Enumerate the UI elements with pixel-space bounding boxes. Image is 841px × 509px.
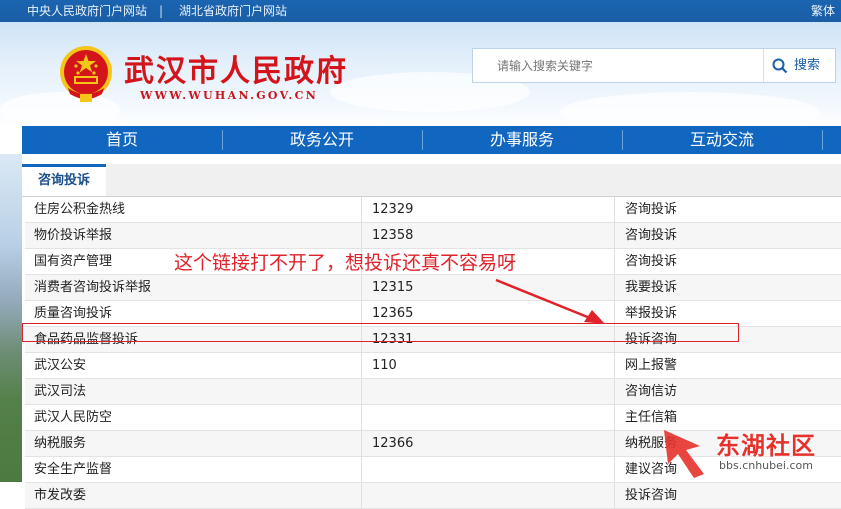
cell-divider [361, 353, 362, 378]
row-action-link[interactable]: 咨询投诉 [625, 249, 677, 274]
table-row: 物价投诉举报 12358 咨询投诉 [25, 223, 841, 249]
cell-divider [614, 353, 615, 378]
top-bar: 中央人民政府门户网站 | 湖北省政府门户网站 繁体 [0, 0, 841, 22]
header-cloud [560, 92, 820, 126]
search-icon [772, 58, 788, 73]
cell-divider [614, 483, 615, 508]
watermark-url: bbs.cnhubei.com [719, 459, 813, 472]
cell-divider [361, 379, 362, 404]
row-phone: 12315 [372, 280, 414, 295]
row-action-link[interactable]: 网上报警 [625, 353, 677, 378]
national-emblem-icon[interactable] [54, 42, 118, 106]
cell-divider [614, 405, 615, 430]
background-scenery [0, 154, 22, 482]
row-phone: 12358 [372, 228, 414, 243]
annotation-arrow-icon [495, 278, 605, 324]
cell-divider [614, 379, 615, 404]
main-navigation: 首页 政务公开 办事服务 互动交流 [22, 126, 841, 154]
nav-item-services[interactable]: 办事服务 [422, 126, 622, 154]
traditional-chinese-toggle[interactable]: 繁体 [811, 0, 835, 22]
row-name: 消费者咨询投诉举报 [34, 280, 152, 295]
annotation-text: 这个链接打不开了，想投诉还真不容易呀 [174, 252, 517, 274]
cell-divider [614, 275, 615, 300]
row-name: 安全生产监督 [34, 462, 113, 477]
cell-divider [361, 223, 362, 248]
row-phone: 12329 [372, 202, 414, 217]
tab-consult-complaint[interactable]: 咨询投诉 [22, 164, 106, 196]
link-central-government[interactable]: 中央人民政府门户网站 [27, 0, 147, 22]
row-name: 武汉司法 [34, 384, 87, 399]
topbar-separator: | [159, 4, 164, 18]
search-input[interactable] [473, 49, 769, 82]
nav-divider [822, 130, 823, 150]
row-action-link[interactable]: 投诉咨询 [625, 483, 677, 508]
row-action-link[interactable]: 咨询信访 [625, 379, 677, 404]
cell-divider [614, 197, 615, 222]
row-name: 纳税服务 [34, 436, 87, 451]
highlight-box [22, 323, 739, 342]
search-box: 搜索 [472, 48, 836, 83]
row-name: 住房公积金热线 [34, 202, 126, 217]
cell-divider [614, 223, 615, 248]
table-row: 市发改委 投诉咨询 [25, 483, 841, 509]
nav-item-government-affairs[interactable]: 政务公开 [222, 126, 422, 154]
cell-divider [361, 275, 362, 300]
row-name: 市发改委 [34, 488, 87, 503]
nav-item-home[interactable]: 首页 [22, 126, 222, 154]
tab-bar: 咨询投诉 [22, 164, 841, 197]
table-row: 住房公积金热线 12329 咨询投诉 [25, 197, 841, 223]
row-action-link[interactable]: 咨询投诉 [625, 197, 677, 222]
row-action-link[interactable]: 咨询投诉 [625, 223, 677, 248]
nav-item-interaction[interactable]: 互动交流 [622, 126, 822, 154]
cell-divider [614, 249, 615, 274]
cell-divider [361, 431, 362, 456]
row-name: 国有资产管理 [34, 254, 113, 269]
site-url: WWW.WUHAN.GOV.CN [140, 89, 319, 102]
link-hubei-government[interactable]: 湖北省政府门户网站 [179, 0, 287, 22]
site-title[interactable]: 武汉市人民政府 [124, 46, 348, 90]
table-row: 武汉公安 110 网上报警 [25, 353, 841, 379]
row-action-link[interactable]: 我要投诉 [625, 275, 677, 300]
row-name: 武汉公安 [34, 358, 87, 373]
cell-divider [361, 405, 362, 430]
row-phone: 110 [372, 358, 397, 373]
row-name: 物价投诉举报 [34, 228, 113, 243]
table-row: 消费者咨询投诉举报 12315 我要投诉 [25, 275, 841, 301]
table-row: 武汉司法 咨询信访 [25, 379, 841, 405]
search-button-label: 搜索 [794, 58, 821, 73]
search-button[interactable]: 搜索 [763, 49, 835, 82]
row-phone: 12366 [372, 436, 414, 451]
site-header: 武汉市人民政府 WWW.WUHAN.GOV.CN 搜索 [0, 22, 841, 126]
watermark-brand: 东湖社区 [716, 432, 816, 460]
cell-divider [361, 457, 362, 482]
cell-divider [614, 457, 615, 482]
cell-divider [361, 483, 362, 508]
row-name: 武汉人民防空 [34, 410, 113, 425]
cell-divider [361, 197, 362, 222]
cell-divider [614, 431, 615, 456]
